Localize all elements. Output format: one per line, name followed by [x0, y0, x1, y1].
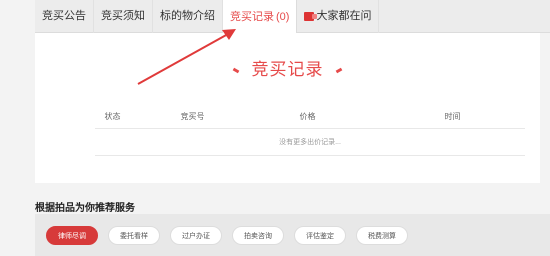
tab-bidding-rules[interactable]: 竞买须知: [94, 0, 153, 33]
bid-record-panel: 竞买记录 状态 竞买号 价格 时间 没有更多出价记录...: [35, 33, 540, 183]
decoration-left: [232, 67, 240, 74]
chip-lawyer-due-diligence[interactable]: 律师尽调: [46, 225, 98, 245]
tab-label: 竞买公告: [42, 10, 86, 22]
column-status: 状态: [104, 112, 121, 121]
chip-appraisal[interactable]: 评估鉴定: [294, 225, 346, 245]
section-heading: 竞买记录: [35, 55, 540, 80]
column-bid-number: 竞买号: [180, 112, 205, 121]
tab-bar: 竞买公告 竞买须知 标的物介绍 竞买记录 (0) 大家都在问: [35, 0, 550, 34]
tab-label: 大家都在问: [316, 10, 372, 22]
tab-auction-notice[interactable]: 竞买公告: [35, 0, 94, 33]
divider: [95, 155, 525, 156]
chat-icon: [304, 12, 318, 21]
column-time: 时间: [444, 112, 461, 121]
tab-label: 竞买记录: [230, 10, 274, 23]
divider: [95, 128, 525, 129]
section-title: 竞买记录: [251, 60, 324, 79]
decoration-right: [335, 67, 343, 74]
tab-count: (0): [276, 10, 290, 23]
service-chip-bar: 律师尽调 委托看样 过户办证 拍卖咨询 评估鉴定 税费测算: [35, 214, 550, 256]
chip-consulting[interactable]: 拍卖咨询: [232, 225, 284, 245]
table-header: 状态 竞买号 价格 时间: [75, 111, 525, 122]
chip-viewing[interactable]: 委托看样: [108, 225, 160, 245]
tab-bid-records[interactable]: 竞买记录 (0): [223, 0, 298, 34]
empty-state-text: 没有更多出价记录...: [279, 139, 341, 146]
tab-label: 竞买须知: [101, 10, 145, 22]
tab-item-intro[interactable]: 标的物介绍: [153, 0, 223, 33]
tab-label: 标的物介绍: [160, 10, 215, 22]
chip-tax-calculation[interactable]: 税费测算: [356, 225, 408, 245]
chip-transfer[interactable]: 过户办证: [170, 225, 222, 245]
recommend-title: 根据拍品为你推荐服务: [35, 203, 135, 214]
tab-faq[interactable]: 大家都在问: [297, 0, 380, 33]
column-price: 价格: [299, 112, 316, 121]
